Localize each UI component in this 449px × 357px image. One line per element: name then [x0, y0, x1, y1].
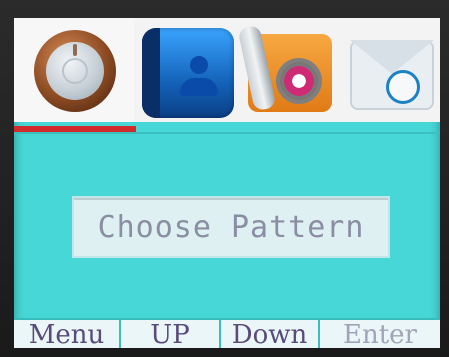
choose-pattern-button[interactable]: Choose Pattern [72, 196, 390, 258]
device-screen: Choose Pattern Menu UP Down Enter [14, 18, 440, 348]
menu-softkey[interactable]: Menu [14, 320, 121, 348]
power-icon[interactable] [14, 18, 134, 122]
choose-pattern-label: Choose Pattern [97, 209, 365, 245]
knob-face-icon [46, 42, 104, 100]
contacts-edge-icon [142, 28, 160, 118]
mail-icon[interactable] [340, 18, 440, 122]
gear-icon [280, 62, 318, 100]
up-softkey[interactable]: UP [121, 320, 221, 348]
contacts-tile-icon [142, 28, 234, 118]
contacts-icon[interactable] [136, 18, 240, 122]
softkey-bar: Menu UP Down Enter [14, 318, 440, 348]
person-head-icon [190, 56, 208, 74]
envelope-flap-icon [350, 40, 434, 74]
power-knob-icon [34, 30, 116, 112]
person-body-icon [180, 78, 218, 96]
icon-bar [14, 18, 440, 122]
knob-swirl-icon [62, 58, 88, 84]
enter-softkey[interactable]: Enter [320, 320, 440, 348]
settings-icon[interactable] [237, 18, 340, 122]
icon-bar-divider [14, 132, 440, 134]
mail-badge-icon [386, 70, 420, 104]
knob-marker-icon [73, 44, 77, 56]
down-softkey[interactable]: Down [221, 320, 320, 348]
